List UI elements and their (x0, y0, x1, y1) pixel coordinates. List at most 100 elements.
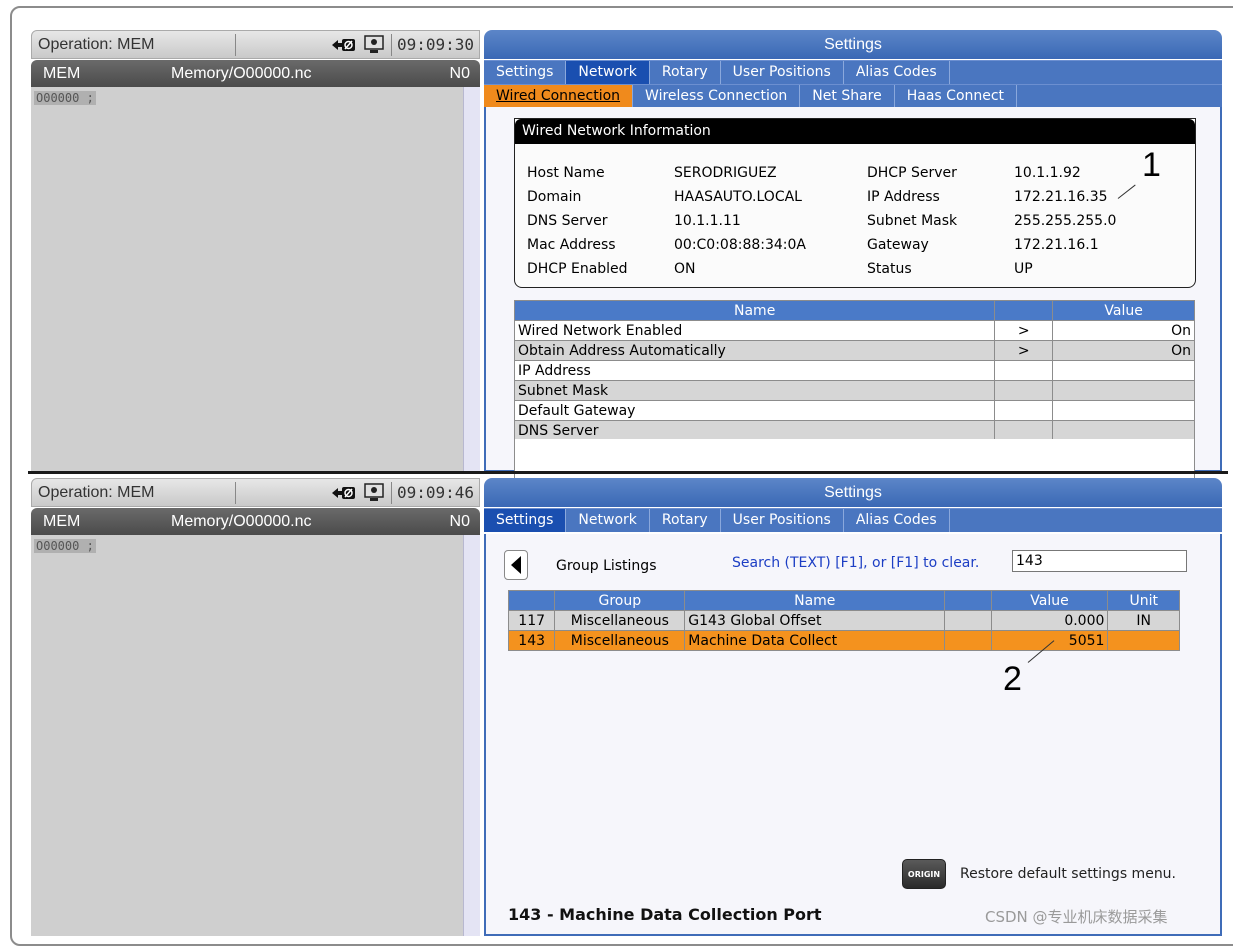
tab-network[interactable]: Network (566, 61, 650, 84)
setting-unit (1107, 630, 1180, 651)
program-scrollbar[interactable] (463, 535, 480, 936)
info-value: 10.1.1.11 (674, 213, 741, 229)
settings-title: Settings (484, 478, 1222, 507)
tab-settings[interactable]: Settings (484, 509, 567, 532)
tab-rotary[interactable]: Rotary (649, 61, 721, 84)
tab-alias-codes[interactable]: Alias Codes (843, 61, 950, 84)
tab-user-positions[interactable]: User Positions (720, 509, 844, 532)
table-row[interactable]: Default Gateway (513, 400, 1195, 421)
subtab-wired-connection[interactable]: Wired Connection (484, 85, 634, 108)
back-button[interactable] (504, 550, 528, 580)
row-name: Wired Network Enabled (513, 320, 996, 341)
setting-group: Miscellaneous (554, 630, 686, 651)
header-spacer (944, 590, 992, 611)
status-icons: 09:09:30 (331, 31, 479, 58)
program-scrollbar[interactable] (463, 87, 480, 472)
setting-spacer (944, 610, 992, 631)
row-value (1052, 360, 1195, 381)
table-header-row: Name Value (513, 300, 1195, 321)
settings-tab-row: Settings Network Rotary User Positions A… (484, 60, 1222, 84)
row-name: IP Address (513, 360, 996, 381)
table-header-row: Group Name Value Unit (507, 590, 1180, 611)
subtab-net-share[interactable]: Net Share (800, 85, 895, 108)
info-label: DHCP Server (867, 165, 957, 181)
setting-value: 0.000 (990, 610, 1109, 631)
subtab-haas-connect[interactable]: Haas Connect (894, 85, 1018, 108)
info-label: DHCP Enabled (527, 261, 628, 277)
setting-value[interactable]: 5051 (990, 630, 1109, 651)
bottom-control-screen: Operation: MEM 09:09:46 MEM Memory/O0000… (28, 478, 1224, 936)
network-content: Wired Network Information Host Name SERO… (484, 107, 1222, 479)
program-mode: MEM (43, 64, 81, 82)
row-arrow[interactable]: > (994, 320, 1054, 341)
program-listing[interactable]: O00000 ; (31, 535, 463, 936)
info-label: DNS Server (527, 213, 608, 229)
program-listing[interactable]: O00000 ; (31, 87, 463, 472)
program-pane: Operation: MEM 09:09:46 MEM Memory/O0000… (28, 478, 480, 936)
tab-alias-codes[interactable]: Alias Codes (843, 509, 950, 532)
row-value: On (1052, 320, 1195, 341)
program-line[interactable]: O00000 ; (34, 91, 96, 105)
table-row[interactable]: 117 Miscellaneous G143 Global Offset 0.0… (507, 610, 1180, 631)
status-icons: 09:09:46 (331, 479, 479, 506)
row-name: DNS Server (513, 420, 996, 441)
settings-pane: Settings Settings Network Rotary User Po… (484, 30, 1222, 479)
info-label: Subnet Mask (867, 213, 958, 229)
triangle-left-icon (511, 556, 521, 574)
tab-network[interactable]: Network (566, 509, 650, 532)
header-number (507, 590, 556, 611)
subtab-filler (1017, 85, 1222, 108)
row-arrow (994, 380, 1054, 401)
row-value: On (1052, 340, 1195, 361)
row-value (1052, 380, 1195, 401)
info-label: Status (867, 261, 912, 277)
callout-2: 2 (1003, 660, 1022, 698)
table-row[interactable]: Wired Network Enabled > On (513, 320, 1195, 341)
settings-title: Settings (484, 30, 1222, 59)
clock-time: 09:09:30 (390, 33, 479, 56)
setting-unit: IN (1107, 610, 1180, 631)
program-line[interactable]: O00000 ; (34, 539, 96, 553)
operation-bar: Operation: MEM 09:09:46 (31, 478, 480, 507)
panel-divider (28, 471, 1228, 474)
setting-name: G143 Global Offset (684, 610, 946, 631)
program-mode: MEM (43, 512, 81, 530)
table-row[interactable]: DNS Server (513, 420, 1195, 441)
info-label: Host Name (527, 165, 605, 181)
block-number: N0 (449, 64, 470, 82)
block-number: N0 (449, 512, 470, 530)
tab-rotary[interactable]: Rotary (649, 509, 721, 532)
network-settings-table: Name Value Wired Network Enabled > On Ob… (513, 300, 1195, 441)
info-value: 255.255.255.0 (1014, 213, 1117, 229)
callout-1: 1 (1142, 146, 1161, 184)
setting-spacer (944, 630, 992, 651)
table-row[interactable]: Subnet Mask (513, 380, 1195, 401)
search-input[interactable] (1012, 550, 1187, 572)
row-arrow (994, 420, 1054, 441)
subtab-wireless-connection[interactable]: Wireless Connection (633, 85, 801, 108)
header-name: Name (513, 300, 996, 321)
info-label: Mac Address (527, 237, 616, 253)
setting-name: Machine Data Collect (684, 630, 946, 651)
header-name: Name (684, 590, 946, 611)
group-listings-label: Group Listings (556, 558, 657, 574)
remote-display-icon (361, 34, 387, 55)
tab-user-positions[interactable]: User Positions (720, 61, 844, 84)
table-row[interactable]: IP Address (513, 360, 1195, 381)
settings-content: Group Listings Search (TEXT) [F1], or [F… (484, 534, 1222, 936)
info-value: 00:C0:08:88:34:0A (674, 237, 807, 253)
setting-description: 143 - Machine Data Collection Port (508, 905, 822, 924)
table-row-selected[interactable]: 143 Miscellaneous Machine Data Collect 5… (507, 630, 1180, 651)
table-row[interactable]: Obtain Address Automatically > On (513, 340, 1195, 361)
row-name: Obtain Address Automatically (513, 340, 996, 361)
header-unit: Unit (1107, 590, 1180, 611)
info-value: 10.1.1.92 (1014, 165, 1081, 181)
origin-key-icon[interactable]: ORIGIN (902, 859, 946, 889)
info-label: Domain (527, 189, 582, 205)
settings-tab-row: Settings Network Rotary User Positions A… (484, 508, 1222, 532)
tab-filler (949, 61, 1222, 84)
watermark: CSDN @专业机床数据采集 (985, 908, 1168, 926)
tab-settings[interactable]: Settings (484, 61, 567, 84)
row-arrow[interactable]: > (994, 340, 1054, 361)
operation-mode: Operation: MEM (32, 33, 236, 56)
